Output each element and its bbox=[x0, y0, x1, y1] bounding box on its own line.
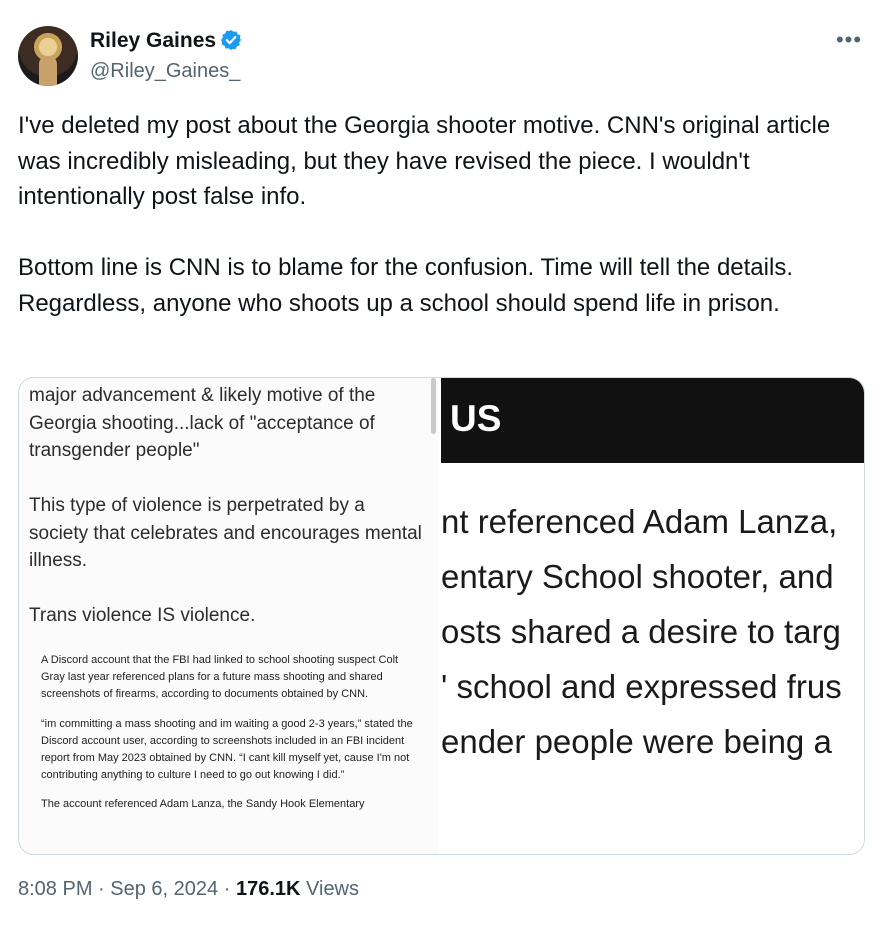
display-name[interactable]: Riley Gaines bbox=[90, 29, 216, 52]
handle[interactable]: @Riley_Gaines_ bbox=[90, 58, 242, 84]
post-time[interactable]: 8:08 PM bbox=[18, 878, 92, 900]
scrollbar bbox=[431, 378, 436, 434]
banner-text: US bbox=[450, 398, 502, 439]
tweet-meta: 8:08 PM · Sep 6, 2024 · 176.1K Views bbox=[18, 878, 359, 901]
more-options-icon[interactable]: ••• bbox=[834, 29, 864, 51]
post-date[interactable]: Sep 6, 2024 bbox=[110, 878, 218, 900]
tweet-paragraph: Bottom line is CNN is to blame for the c… bbox=[18, 254, 793, 281]
tweet-media[interactable]: major advancement & likely motive of the… bbox=[18, 377, 865, 855]
zoomed-line: ' school and expressed frus bbox=[441, 668, 842, 705]
tweet-paragraph: Regardless, anyone who shoots up a schoo… bbox=[18, 289, 780, 317]
tweet-text: I've deleted my post about the Georgia s… bbox=[18, 108, 863, 321]
views-label: Views bbox=[306, 878, 360, 900]
article-paragraph: The account referenced Adam Lanza, the S… bbox=[41, 798, 365, 811]
article-paragraph: A Discord account that the FBI had linke… bbox=[41, 654, 399, 701]
views-count: 176.1K bbox=[235, 878, 301, 900]
quote-paragraph: Trans violence IS violence. bbox=[29, 605, 256, 626]
article-paragraph: “im committing a mass shooting and im wa… bbox=[41, 717, 413, 782]
meta-separator: · bbox=[98, 878, 105, 900]
tweet-paragraph: I've deleted my post about the Georgia s… bbox=[18, 112, 831, 210]
meta-separator: · bbox=[223, 878, 231, 900]
quote-paragraph: This type of violence is perpetrated by … bbox=[29, 495, 422, 571]
zoomed-article-text: nt referenced Adam Lanza, entary School … bbox=[441, 494, 864, 769]
zoomed-line: osts shared a desire to targ bbox=[441, 613, 841, 650]
zoomed-line: nt referenced Adam Lanza, bbox=[441, 503, 838, 540]
zoomed-line: ender people were being a bbox=[441, 723, 832, 760]
avatar[interactable] bbox=[18, 26, 78, 86]
quote-paragraph: major advancement & likely motive of the… bbox=[29, 385, 376, 461]
media-image-left[interactable]: major advancement & likely motive of the… bbox=[19, 378, 439, 854]
author-names: Riley Gaines @Riley_Gaines_ bbox=[90, 28, 242, 84]
zoomed-line: entary School shooter, and bbox=[441, 558, 834, 595]
news-banner: US bbox=[441, 378, 864, 463]
quoted-post-text: major advancement & likely motive of the… bbox=[29, 382, 424, 630]
verified-badge-icon[interactable] bbox=[220, 29, 242, 51]
media-image-right[interactable]: US nt referenced Adam Lanza, entary Scho… bbox=[441, 378, 864, 854]
tweet: Riley Gaines @Riley_Gaines_ ••• I've del… bbox=[0, 0, 880, 930]
article-excerpt: A Discord account that the FBI had linke… bbox=[41, 652, 416, 826]
